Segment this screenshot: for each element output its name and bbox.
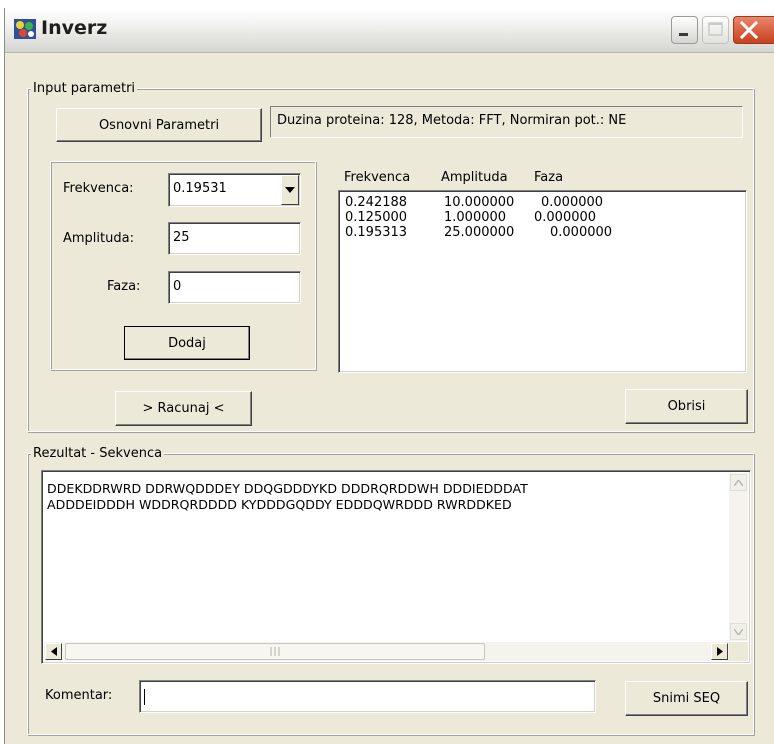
obrisi-button[interactable]: Obrisi bbox=[625, 389, 748, 424]
scroll-up-button[interactable] bbox=[730, 474, 747, 491]
column-header-amplituda: Amplituda bbox=[441, 170, 508, 185]
chevron-down-icon bbox=[734, 628, 743, 635]
frekvenca-value: 0.19531 bbox=[173, 181, 227, 196]
list-cell-frekvenca: 0.242188 bbox=[345, 195, 408, 210]
amplituda-input[interactable]: 25 bbox=[168, 222, 301, 255]
racunaj-button[interactable]: > Racunaj < bbox=[115, 391, 252, 426]
faza-input[interactable]: 0 bbox=[168, 271, 301, 304]
title-bar[interactable]: Inverz bbox=[5, 8, 774, 53]
minimize-icon bbox=[679, 33, 688, 36]
faza-label: Faza: bbox=[107, 279, 141, 294]
window-title: Inverz bbox=[41, 17, 108, 39]
grip-icon bbox=[270, 647, 280, 656]
column-header-faza: Faza bbox=[534, 170, 564, 185]
result-sequence-title: Rezultat - Sekvenca bbox=[31, 446, 165, 461]
osnovni-parametri-button[interactable]: Osnovni Parametri bbox=[56, 108, 262, 142]
list-cell-faza: 0.000000 bbox=[541, 195, 604, 210]
komentar-input[interactable] bbox=[139, 680, 596, 713]
list-item[interactable]: 0.195313 25.000000 0.000000 bbox=[345, 225, 735, 240]
app-icon bbox=[14, 19, 36, 39]
minimize-button[interactable] bbox=[671, 16, 698, 44]
frekvenca-combobox[interactable]: 0.19531 bbox=[168, 173, 301, 207]
chevron-left-icon bbox=[50, 647, 57, 656]
list-cell-amplituda: 25.000000 bbox=[444, 225, 515, 240]
list-cell-amplituda: 1.000000 bbox=[444, 210, 507, 225]
sequence-line-2: ADDDEIDDDH WDDRQRDDDD KYDDDGQDDY EDDDQWR… bbox=[47, 497, 512, 512]
scrollbar-corner bbox=[729, 642, 748, 661]
snimi-seq-button[interactable]: Snimi SEQ bbox=[625, 681, 748, 716]
list-cell-frekvenca: 0.125000 bbox=[345, 210, 408, 225]
list-cell-frekvenca: 0.195313 bbox=[345, 225, 408, 240]
list-item[interactable]: 0.242188 10.000000 0.000000 bbox=[345, 195, 735, 210]
faza-value: 0 bbox=[173, 279, 182, 294]
maximize-button[interactable] bbox=[702, 16, 729, 44]
amplituda-label: Amplituda: bbox=[63, 231, 134, 246]
sequence-textarea[interactable]: DDEKDDRWRD DDRWQDDDEY DDQGDDDYKD DDDRQRD… bbox=[41, 470, 751, 664]
amplituda-value: 25 bbox=[173, 230, 190, 245]
close-icon bbox=[739, 20, 759, 40]
list-cell-amplituda: 10.000000 bbox=[444, 195, 515, 210]
app-window: Inverz Input parametri Osnovni Parametri… bbox=[4, 8, 774, 744]
dodaj-button[interactable]: Dodaj bbox=[124, 326, 250, 360]
parameters-list[interactable]: 0.242188 10.000000 0.000000 0.125000 1.0… bbox=[338, 190, 747, 373]
horizontal-scrollbar[interactable] bbox=[44, 642, 729, 661]
vertical-scrollbar[interactable] bbox=[729, 473, 748, 641]
close-button[interactable] bbox=[733, 16, 774, 44]
text-cursor bbox=[144, 689, 145, 705]
chevron-right-icon bbox=[716, 647, 723, 656]
scroll-down-button[interactable] bbox=[730, 623, 747, 640]
list-cell-faza: 0.000000 bbox=[550, 225, 613, 240]
frekvenca-dropdown-button[interactable] bbox=[281, 175, 299, 205]
scroll-right-button[interactable] bbox=[711, 643, 728, 660]
list-cell-faza: 0.000000 bbox=[534, 210, 597, 225]
chevron-up-icon bbox=[734, 479, 743, 486]
list-item[interactable]: 0.125000 1.000000 0.000000 bbox=[345, 210, 735, 225]
input-parameters-title: Input parametri bbox=[31, 81, 138, 96]
parameters-status-text: Duzina proteina: 128, Metoda: FFT, Normi… bbox=[270, 106, 743, 138]
komentar-label: Komentar: bbox=[45, 688, 113, 703]
maximize-icon bbox=[708, 22, 723, 36]
scroll-left-button[interactable] bbox=[45, 643, 62, 660]
chevron-down-icon bbox=[285, 187, 295, 193]
column-header-frekvenca: Frekvenca bbox=[344, 170, 411, 185]
sequence-line-1: DDEKDDRWRD DDRWQDDDEY DDQGDDDYKD DDDRQRD… bbox=[47, 481, 528, 496]
frekvenca-label: Frekvenca: bbox=[63, 181, 134, 196]
horizontal-scroll-thumb[interactable] bbox=[65, 643, 485, 660]
